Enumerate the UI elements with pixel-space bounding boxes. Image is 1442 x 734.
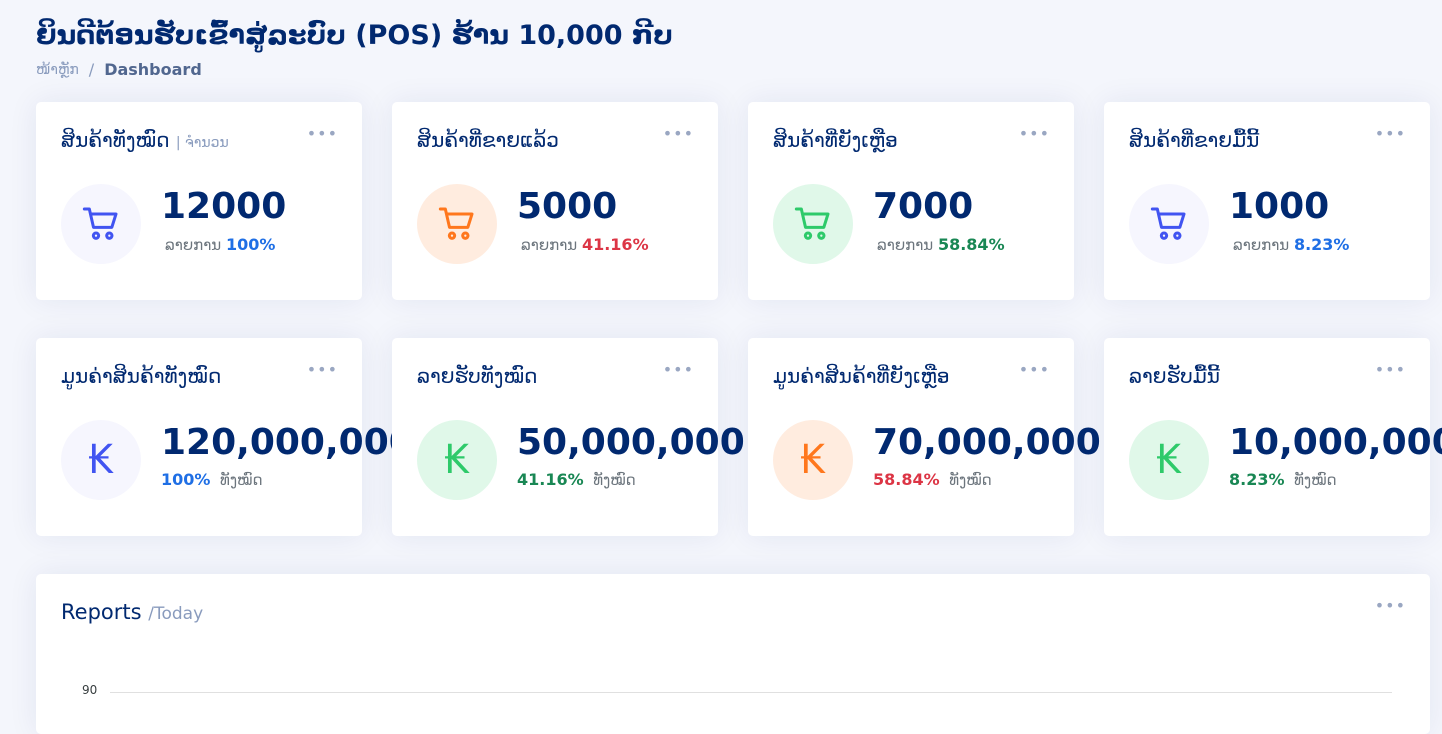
card-title: ລາຍຮັບທັງໝົດ (417, 364, 538, 388)
card-meta: 8.23% ທັງໝົດ (1229, 470, 1337, 489)
reports-title: Reports /Today (61, 600, 204, 624)
card-title: ສິນຄ້າທີ່ຂາຍມື້ນີ້ (1129, 128, 1260, 152)
chart-gridline (110, 692, 1392, 693)
more-options-icon[interactable]: ••• (663, 124, 694, 143)
more-options-icon[interactable]: ••• (663, 360, 694, 379)
kip-icon: ₭ (1129, 420, 1209, 500)
breadcrumb-separator: / (88, 60, 95, 79)
card-percent: 41.16% (581, 235, 649, 254)
card-value: 12000 (161, 186, 287, 227)
card-percent: 58.84% (937, 235, 1005, 254)
card-value: 10,000,000 (1229, 422, 1442, 463)
card-percent: 8.23% (1229, 470, 1285, 489)
kip-icon: ₭ (61, 420, 141, 500)
card-sold-today: ສິນຄ້າທີ່ຂາຍມື້ນີ້ ••• 1000 ລາຍການ 8.23% (1104, 102, 1430, 300)
card-subtitle: | ຈຳນວນ (175, 135, 229, 151)
card-value: 7000 (873, 186, 974, 227)
card-meta: ລາຍການ 41.16% (521, 235, 649, 254)
more-options-icon[interactable]: ••• (1375, 124, 1406, 143)
breadcrumb: ໜ້າຫຼັກ / Dashboard (36, 60, 202, 79)
cart-icon (1129, 184, 1209, 264)
card-percent: 58.84% (873, 470, 940, 489)
card-sold-products: ສິນຄ້າທີ່ຂາຍແລ້ວ ••• 5000 ລາຍການ 41.16% (392, 102, 718, 300)
more-options-icon[interactable]: ••• (1019, 360, 1050, 379)
reports-subtitle: /Today (148, 604, 204, 624)
card-revenue-today: ລາຍຮັບມື້ນີ້ ••• ₭ 10,000,000 8.23% ທັງໝ… (1104, 338, 1442, 536)
card-title: ມູນຄ່າສິນຄ້າທີ່ຍັງເຫຼືອ (773, 364, 950, 388)
card-meta: ລາຍການ 8.23% (1233, 235, 1350, 254)
card-meta: ລາຍການ 100% (165, 235, 276, 254)
card-percent: 41.16% (517, 470, 584, 489)
more-options-icon[interactable]: ••• (1375, 596, 1406, 615)
card-title: ມູນຄ່າສິນຄ້າທັງໝົດ (61, 364, 222, 388)
card-percent: 100% (225, 235, 276, 254)
y-axis-tick-label: 90 (82, 683, 98, 697)
card-percent: 100% (161, 470, 211, 489)
kip-icon: ₭ (773, 420, 853, 500)
card-meta: 100% ທັງໝົດ (161, 470, 263, 489)
more-options-icon[interactable]: ••• (1375, 360, 1406, 379)
cart-icon (773, 184, 853, 264)
card-value: 120,000,000 (161, 422, 414, 463)
card-remaining-value: ມູນຄ່າສິນຄ້າທີ່ຍັງເຫຼືອ ••• ₭ 70,000,000… (748, 338, 1101, 536)
card-total-products: ສິນຄ້າທັງໝົດ | ຈຳນວນ ••• 12000 ລາຍການ 10… (36, 102, 362, 300)
card-title: ສິນຄ້າທີ່ຍັງເຫຼືອ (773, 128, 898, 152)
card-title: ສິນຄ້າທີ່ຂາຍແລ້ວ (417, 128, 559, 152)
card-meta: 58.84% ທັງໝົດ (873, 470, 992, 489)
card-percent: 8.23% (1293, 235, 1350, 254)
more-options-icon[interactable]: ••• (307, 124, 338, 143)
card-meta: ລາຍການ 58.84% (877, 235, 1005, 254)
breadcrumb-current: Dashboard (104, 60, 202, 79)
card-value: 5000 (517, 186, 618, 227)
card-total-revenue: ລາຍຮັບທັງໝົດ ••• ₭ 50,000,000 41.16% ທັງ… (392, 338, 745, 536)
reports-card: Reports /Today ••• 90 (36, 574, 1430, 734)
more-options-icon[interactable]: ••• (1019, 124, 1050, 143)
page-title: ຍິນດີຕ້ອນຮັບເຂົ້າສູ່ລະບົບ (POS) ຮ້ານ 10,… (36, 20, 673, 51)
card-meta: 41.16% ທັງໝົດ (517, 470, 636, 489)
cart-icon (61, 184, 141, 264)
card-value: 1000 (1229, 186, 1330, 227)
card-title: ສິນຄ້າທັງໝົດ | ຈຳນວນ (61, 128, 229, 152)
cart-icon (417, 184, 497, 264)
breadcrumb-home-link[interactable]: ໜ້າຫຼັກ (36, 62, 79, 78)
card-value: 70,000,000 (873, 422, 1101, 463)
card-title: ລາຍຮັບມື້ນີ້ (1129, 364, 1220, 388)
more-options-icon[interactable]: ••• (307, 360, 338, 379)
card-remaining-products: ສິນຄ້າທີ່ຍັງເຫຼືອ ••• 7000 ລາຍການ 58.84% (748, 102, 1074, 300)
card-value: 50,000,000 (517, 422, 745, 463)
card-total-value: ມູນຄ່າສິນຄ້າທັງໝົດ ••• ₭ 120,000,000 100… (36, 338, 414, 536)
kip-icon: ₭ (417, 420, 497, 500)
